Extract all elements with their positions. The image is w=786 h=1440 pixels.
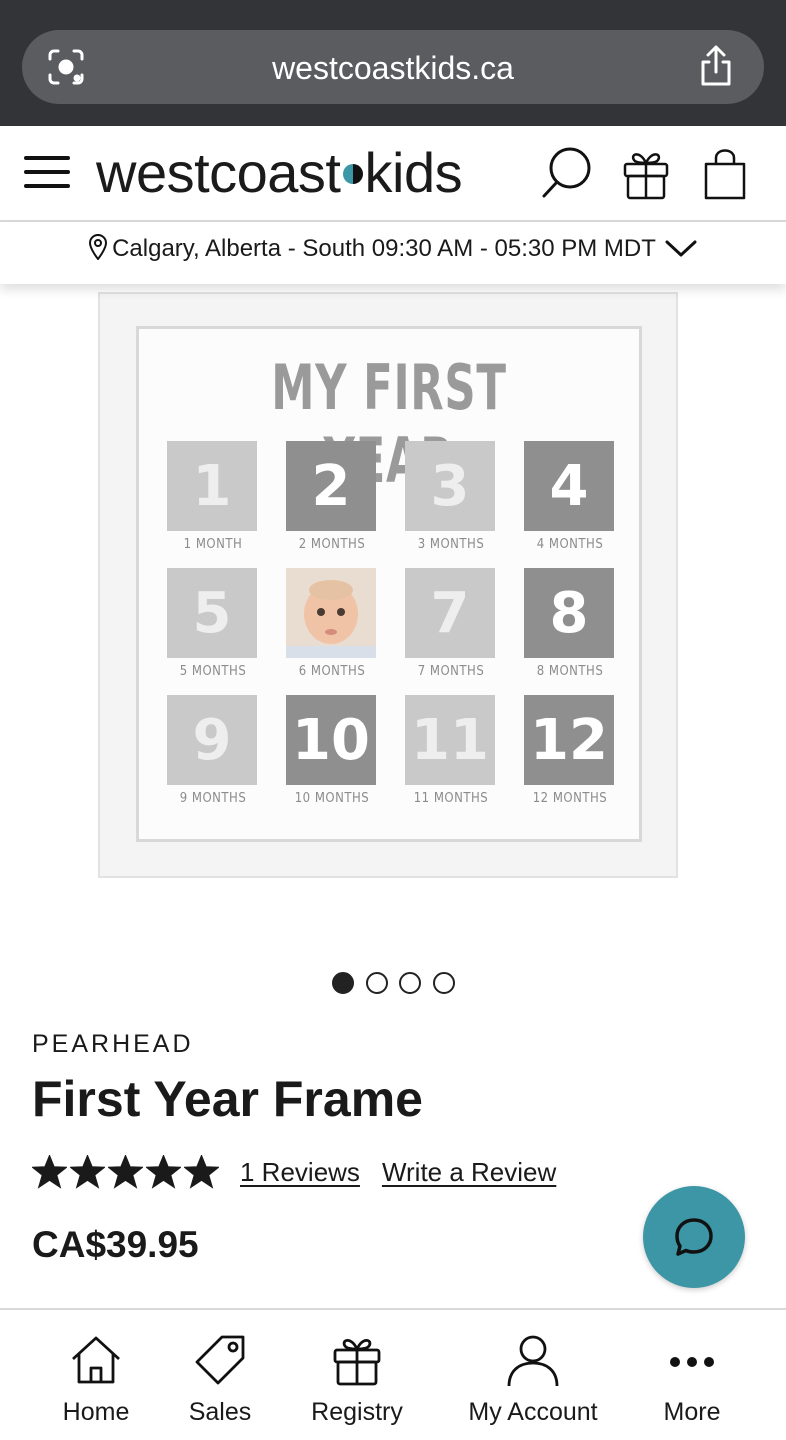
month-cell: 11 11 MONTHS [405, 695, 497, 806]
nav-my-account[interactable]: My Account [462, 1332, 604, 1427]
month-number: 10 [286, 695, 376, 785]
chat-button[interactable] [643, 1186, 745, 1288]
nav-label-registry: Registry [311, 1398, 403, 1426]
month-cell: 2 2 MONTHS [286, 441, 378, 552]
rating-stars [32, 1154, 222, 1190]
month-number: 7 [405, 568, 495, 658]
month-cell: 6 MONTHS [286, 568, 378, 679]
chevron-down-icon[interactable] [664, 237, 698, 259]
logo-dot [342, 164, 363, 185]
picture-frame: MY FIRST YEAR 1 1 MONTH 2 2 MONTHS 3 3 MONTHS… [98, 292, 678, 878]
product-brand[interactable]: PEARHEAD [32, 1030, 194, 1059]
more-dots-icon [670, 1357, 714, 1367]
baby-photo [286, 568, 376, 658]
month-number: 3 [405, 441, 495, 531]
shopping-bag-icon[interactable] [702, 146, 748, 200]
carousel-dot[interactable] [332, 972, 354, 994]
baby-face-image [286, 568, 376, 658]
month-caption: 4 MONTHS [536, 537, 604, 552]
month-caption: 9 MONTHS [179, 791, 247, 806]
nav-label-home: Home [62, 1398, 130, 1426]
share-icon[interactable] [696, 44, 736, 88]
month-cell: 10 10 MONTHS [286, 695, 378, 806]
month-number: 4 [524, 441, 614, 531]
month-cell: 3 3 MONTHS [405, 441, 497, 552]
month-cell: 9 9 MONTHS [167, 695, 259, 806]
nav-home[interactable]: Home [56, 1332, 136, 1427]
site-header: westcoast kids [0, 126, 786, 222]
month-number: 11 [405, 695, 495, 785]
carousel-dots [330, 972, 460, 996]
store-selector[interactable]: Calgary, Alberta - South 09:30 AM - 05:3… [0, 222, 786, 284]
month-cell: 5 5 MONTHS [167, 568, 259, 679]
search-icon[interactable] [540, 146, 594, 200]
page: westcoastkids.ca westcoast kids Calgary,… [0, 0, 786, 1440]
month-caption: 12 MONTHS [532, 791, 608, 806]
star-icon [70, 1154, 105, 1189]
product-price: CA$39.95 [32, 1224, 199, 1265]
logo-text-right: kids [364, 141, 463, 204]
carousel-dot[interactable] [365, 972, 388, 994]
star-icon [32, 1154, 67, 1189]
month-cell: 8 8 MONTHS [524, 568, 616, 679]
star-icon [184, 1154, 219, 1189]
month-cell: 7 7 MONTHS [405, 568, 497, 679]
nav-label-my-account: My Account [468, 1398, 598, 1426]
bottom-navigation: Home Sales Registry My Account More [0, 1308, 786, 1440]
month-number: 5 [167, 568, 257, 658]
address-bar[interactable]: westcoastkids.ca [22, 30, 764, 104]
nav-label-sales: Sales [188, 1398, 252, 1426]
store-selector-content: Calgary, Alberta - South 09:30 AM - 05:3… [0, 234, 786, 263]
nav-more[interactable]: More [652, 1332, 732, 1427]
product-image[interactable]: MY FIRST YEAR 1 1 MONTH 2 2 MONTHS 3 3 MONTHS… [0, 284, 786, 944]
month-caption: 3 MONTHS [417, 537, 485, 552]
chat-bubble-icon [675, 1218, 713, 1256]
store-location-text: Calgary, Alberta - South 09:30 AM - 05:3… [112, 235, 656, 262]
month-number: 9 [167, 695, 257, 785]
nav-sales[interactable]: Sales [180, 1332, 260, 1427]
month-caption: 10 MONTHS [294, 791, 370, 806]
product-title: First Year Frame [32, 1071, 423, 1127]
tag-icon [195, 1335, 245, 1385]
nav-label-more: More [663, 1398, 721, 1426]
month-cell: 1 1 MONTH [167, 441, 259, 552]
reviews-link[interactable]: 1 Reviews [240, 1157, 360, 1188]
url-text[interactable]: westcoastkids.ca [22, 50, 764, 87]
month-caption: 8 MONTHS [536, 664, 604, 679]
home-icon [72, 1336, 120, 1384]
month-cell: 4 4 MONTHS [524, 441, 616, 552]
carousel-dot[interactable] [432, 972, 455, 994]
month-number: 2 [286, 441, 376, 531]
hamburger-menu-icon[interactable] [24, 154, 70, 190]
month-caption: 2 MONTHS [298, 537, 366, 552]
frame-mat: MY FIRST YEAR 1 1 MONTH 2 2 MONTHS 3 3 MONTHS… [136, 326, 642, 842]
month-caption: 6 MONTHS [298, 664, 366, 679]
month-number: 1 [167, 441, 257, 531]
month-caption: 11 MONTHS [413, 791, 489, 806]
logo-text-left: westcoast [96, 141, 341, 204]
month-number: 12 [524, 695, 614, 785]
gift-icon[interactable] [622, 146, 670, 200]
month-caption: 7 MONTHS [417, 664, 485, 679]
carousel-dot[interactable] [399, 972, 421, 994]
star-icon [146, 1154, 181, 1189]
browser-toolbar: westcoastkids.ca [0, 0, 786, 126]
month-caption: 5 MONTHS [179, 664, 247, 679]
frame-title: MY FIRST YEAR [271, 351, 507, 497]
gift-icon [333, 1338, 381, 1386]
site-logo[interactable]: westcoast kids [96, 140, 463, 205]
month-number: 8 [524, 568, 614, 658]
nav-registry[interactable]: Registry [306, 1332, 408, 1427]
month-caption: 1 MONTH [183, 537, 243, 552]
location-pin-icon [89, 234, 108, 260]
product-rating: 1 Reviews Write a Review [32, 1152, 556, 1192]
month-cell: 12 12 MONTHS [524, 695, 616, 806]
star-icon [108, 1154, 143, 1189]
write-review-link[interactable]: Write a Review [382, 1157, 556, 1188]
user-icon [507, 1335, 559, 1387]
